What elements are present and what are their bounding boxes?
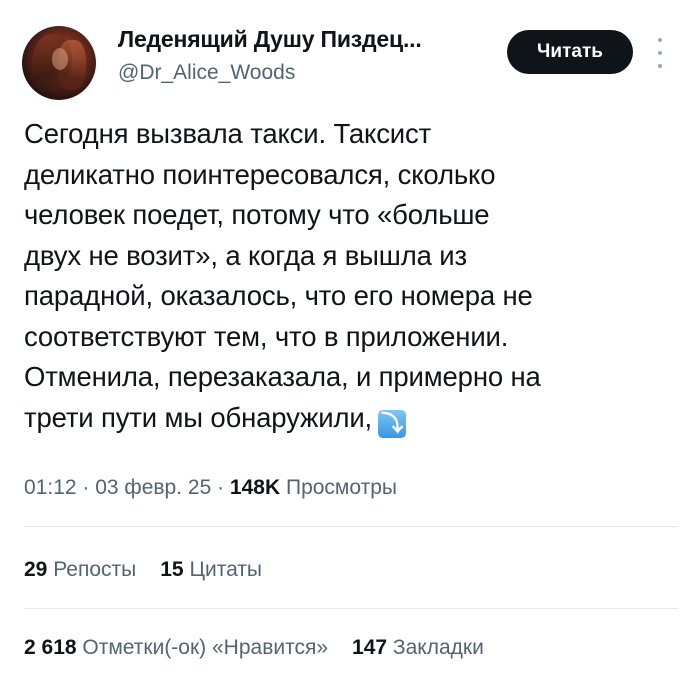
avatar[interactable] (22, 26, 96, 100)
likes-stat[interactable]: 2 618 Отметки(-ок) «Нравится» (24, 636, 328, 659)
read-button[interactable]: Читать (507, 30, 633, 74)
quotes-label: Цитаты (189, 558, 263, 581)
likes-count: 2 618 (24, 636, 77, 659)
tweet-body: Сегодня вызвала такси. Таксист деликатно… (24, 118, 541, 433)
tweet-meta: 01:12 · 03 февр. 25 · 148K Просмотры (24, 476, 397, 500)
tweet-text: Сегодня вызвала такси. Таксист деликатно… (24, 114, 684, 438)
quotes-count: 15 (160, 558, 184, 581)
tweet-time[interactable]: 01:12 (24, 476, 77, 499)
bookmarks-count: 147 (352, 636, 388, 659)
likes-label: Отметки(-ок) «Нравится» (82, 636, 329, 659)
divider (24, 526, 678, 527)
author-handle[interactable]: @Dr_Alice_Woods (118, 61, 295, 85)
reposts-count: 29 (24, 558, 48, 581)
bookmarks-label: Закладки (392, 636, 484, 659)
views-label: Просмотры (285, 476, 397, 499)
arrow-down-emoji-icon: ⤵ (378, 409, 407, 438)
views-count: 148K (229, 476, 281, 499)
more-dot (658, 64, 662, 68)
meta-separator: · (211, 476, 230, 499)
more-dot (658, 51, 662, 55)
bookmarks-stat[interactable]: 147 Закладки (352, 636, 484, 659)
more-dot (658, 38, 662, 42)
divider (24, 608, 678, 609)
reposts-stat[interactable]: 29 Репосты (24, 558, 136, 581)
author-display-name[interactable]: Леденящий Душу Пиздец... (118, 26, 422, 53)
stats-row-likes: 2 618 Отметки(-ок) «Нравится» 147 Закладк… (24, 636, 484, 660)
tweet-date[interactable]: 03 февр. 25 (95, 476, 211, 499)
reposts-label: Репосты (53, 558, 137, 581)
meta-separator: · (76, 476, 96, 499)
stats-row-reposts: 29 Репосты 15 Цитаты (24, 558, 262, 582)
more-vertical-icon[interactable] (656, 38, 664, 68)
avatar-face (52, 48, 68, 70)
quotes-stat[interactable]: 15 Цитаты (160, 558, 262, 581)
